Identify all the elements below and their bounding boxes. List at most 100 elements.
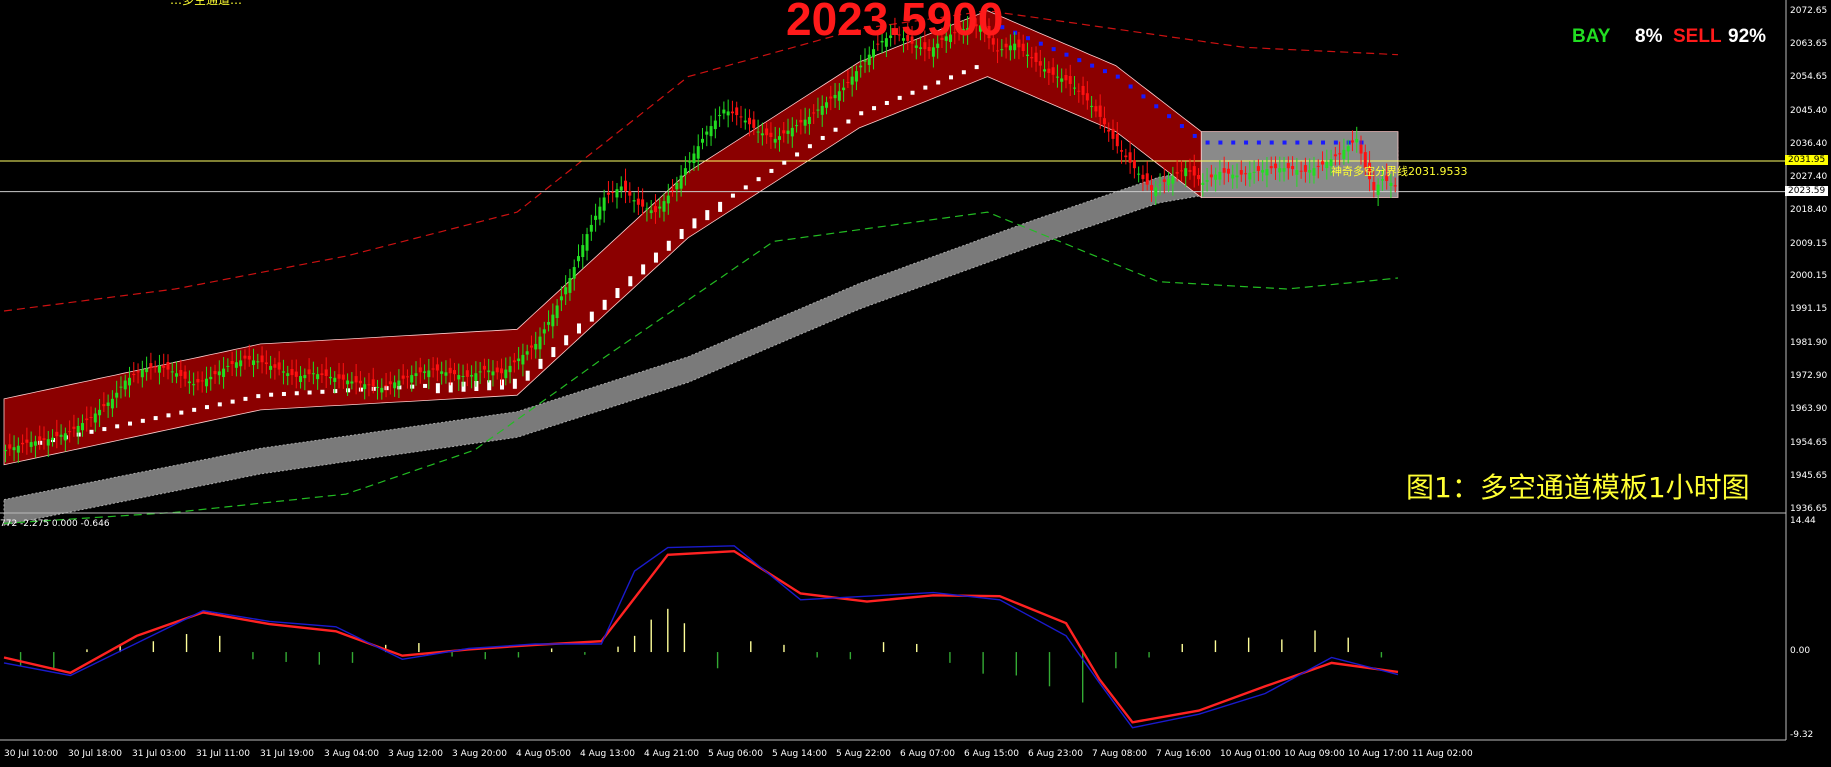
candle-body — [1124, 155, 1128, 158]
candle-body — [777, 136, 781, 140]
candle-body — [1273, 163, 1277, 169]
candle-body — [1137, 173, 1141, 175]
candle-body — [68, 431, 72, 433]
candle-body — [1115, 134, 1119, 147]
candle-body — [1162, 179, 1166, 182]
candle-body — [123, 380, 127, 390]
candle-body — [1107, 129, 1111, 132]
candle-body — [525, 351, 529, 355]
trail-dot — [615, 288, 620, 299]
candle-body — [452, 370, 456, 375]
candle-body — [799, 119, 803, 123]
trail-dot — [859, 111, 864, 116]
candle-body — [632, 200, 636, 202]
candle-body — [354, 376, 358, 383]
candle-body — [555, 305, 559, 319]
candle-body — [487, 370, 491, 373]
candle-body — [1338, 153, 1342, 155]
candle-body — [1030, 56, 1034, 59]
trend-dot — [1051, 47, 1056, 52]
trail-dot — [294, 391, 299, 396]
candle-body — [93, 413, 97, 423]
price-tick: 2009.15 — [1790, 238, 1828, 249]
candle-body — [1051, 67, 1055, 75]
candle-body — [324, 369, 328, 376]
candle-body — [435, 364, 439, 371]
candle-body — [1141, 174, 1145, 180]
candle-body — [482, 365, 486, 370]
candle-body — [709, 126, 713, 137]
time-tick: 5 Aug 14:00 — [772, 749, 827, 759]
candle-body — [247, 355, 251, 360]
trail-dot — [923, 85, 928, 90]
time-tick: 31 Jul 11:00 — [196, 749, 250, 759]
trend-dot — [1321, 140, 1326, 145]
trail-dot — [653, 252, 658, 263]
candle-body — [594, 215, 598, 220]
candle-body — [1222, 168, 1226, 173]
candle-body — [29, 442, 33, 447]
candle-body — [21, 442, 25, 445]
candle-body — [675, 182, 679, 190]
candle-body — [431, 368, 435, 370]
trail-dot — [576, 323, 581, 334]
trail-dot — [641, 264, 646, 275]
trail-dot — [320, 389, 325, 394]
candle-body — [290, 369, 294, 376]
sell-percent: 92% — [1728, 26, 1767, 47]
trend-dot — [1102, 69, 1107, 74]
candle-body — [1068, 76, 1072, 84]
candle-body — [80, 423, 84, 431]
trend-dot — [1282, 140, 1287, 145]
time-tick: 3 Aug 12:00 — [388, 749, 443, 759]
price-tag: 2023.59 — [1785, 185, 1829, 196]
candle-body — [1077, 90, 1081, 92]
candle-body — [919, 47, 923, 49]
candle-body — [465, 370, 469, 377]
trend-dot — [1090, 63, 1095, 68]
candle-body — [701, 138, 704, 143]
candle-body — [1295, 170, 1299, 175]
candle-body — [1372, 181, 1376, 191]
time-tick: 30 Jul 18:00 — [68, 749, 122, 759]
candle-body — [718, 115, 722, 117]
trail-dot — [602, 299, 607, 310]
candle-body — [1321, 161, 1325, 165]
candle-body — [397, 380, 401, 387]
time-tick: 6 Aug 23:00 — [1028, 749, 1083, 759]
price-tick: 2018.40 — [1790, 204, 1828, 215]
time-tick: 7 Aug 08:00 — [1092, 749, 1147, 759]
trail-dot — [269, 392, 274, 397]
candle-body — [380, 387, 384, 393]
candle-body — [705, 131, 709, 135]
candle-body — [795, 125, 799, 127]
candle-body — [1265, 169, 1269, 176]
price-tick: 2054.65 — [1790, 71, 1828, 82]
candle-body — [606, 192, 610, 195]
candle-body — [1359, 144, 1363, 154]
candle-body — [1278, 168, 1282, 173]
price-tick: 1991.15 — [1790, 304, 1828, 315]
candle-body — [1393, 185, 1397, 187]
candle-body — [872, 49, 876, 58]
candle-body — [8, 444, 12, 449]
candle-body — [1158, 184, 1162, 186]
candle-body — [474, 373, 478, 381]
candle-body — [1209, 174, 1213, 178]
candle-body — [696, 146, 700, 159]
candle-body — [320, 373, 324, 376]
candle-body — [1055, 76, 1059, 78]
candle-body — [393, 382, 397, 389]
candle-body — [1098, 105, 1102, 117]
candle-body — [204, 378, 208, 387]
candle-body — [200, 380, 204, 382]
candle-body — [1312, 168, 1316, 176]
time-tick: 30 Jul 10:00 — [4, 749, 58, 759]
trend-dot — [1025, 36, 1030, 41]
boundary-line-label: 神奇多空分界线2031.9533 — [1331, 165, 1468, 178]
candle-body — [209, 376, 213, 380]
candle-body — [726, 111, 730, 116]
candle-body — [1256, 166, 1260, 171]
candle-body — [662, 201, 666, 212]
candle-body — [341, 374, 345, 380]
